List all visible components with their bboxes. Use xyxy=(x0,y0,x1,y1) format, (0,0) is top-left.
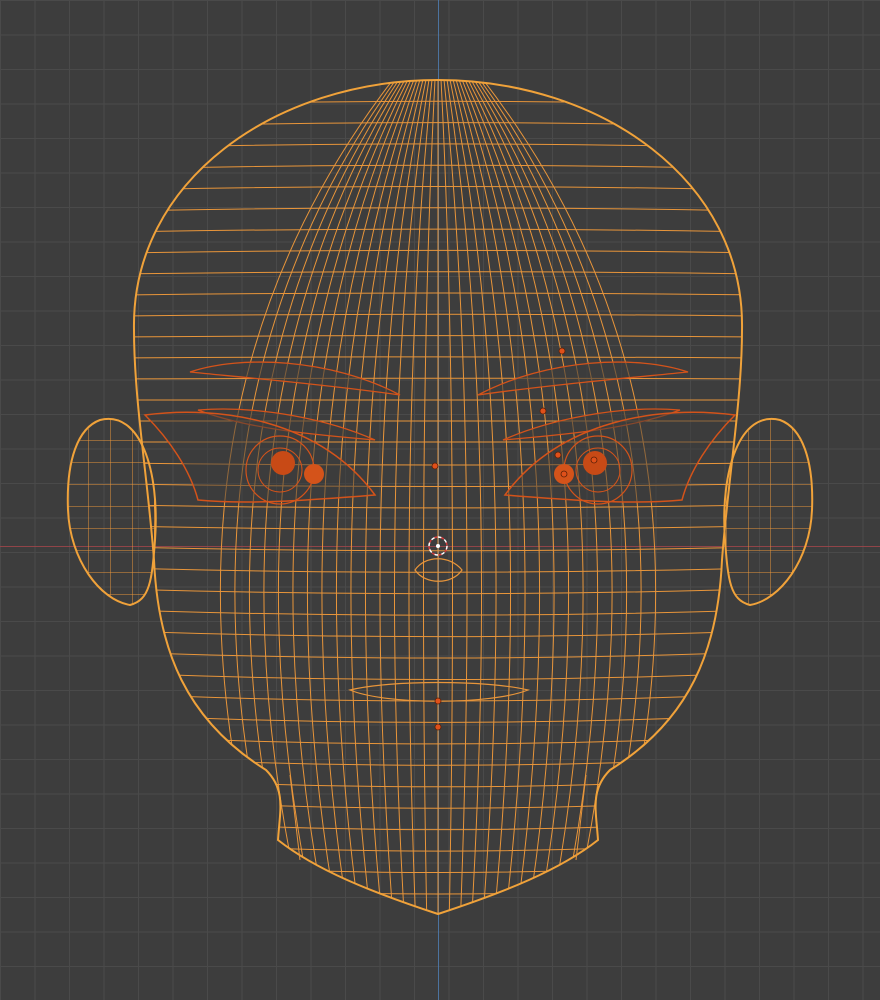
mesh-parallel xyxy=(133,164,743,170)
mesh-parallel xyxy=(133,356,743,359)
mesh-meridian xyxy=(440,80,454,914)
mesh-parallel xyxy=(133,798,743,809)
mesh-parallel xyxy=(133,567,743,573)
mesh-parallel xyxy=(133,819,743,831)
mesh-meridian xyxy=(447,80,497,914)
mesh-parallel xyxy=(133,840,743,852)
mesh-parallel xyxy=(133,756,743,766)
left-eye-mesh xyxy=(143,411,377,505)
mesh-meridian xyxy=(457,80,555,914)
right-ear-mesh xyxy=(724,418,813,605)
mesh-meridian xyxy=(321,80,419,914)
mesh-parallel xyxy=(133,672,743,680)
mesh-parallel xyxy=(133,377,743,380)
mesh-parallel xyxy=(133,399,743,401)
mesh-parallel xyxy=(133,143,743,149)
mesh-meridian xyxy=(335,80,421,914)
mesh-parallel xyxy=(133,630,743,638)
mesh-parallel xyxy=(133,249,743,254)
left-ear-mesh xyxy=(67,418,156,605)
selected-vertices[interactable] xyxy=(431,347,598,731)
mesh-parallel xyxy=(133,651,743,659)
head-mesh-wireframe[interactable] xyxy=(0,0,880,1000)
3d-viewport[interactable] xyxy=(0,0,880,1000)
mesh-meridian xyxy=(379,80,429,914)
mesh-parallel xyxy=(133,292,743,296)
mesh-parallel xyxy=(133,777,743,788)
mesh-parallel xyxy=(133,609,743,616)
mesh-parallel xyxy=(133,313,743,317)
mesh-parallel xyxy=(133,186,743,191)
mesh-parallel xyxy=(133,122,743,128)
mesh-parallel xyxy=(133,504,743,509)
mesh-parallel xyxy=(133,100,743,107)
mesh-parallel xyxy=(133,861,743,874)
mesh-parallel xyxy=(133,546,743,552)
mesh-parallel xyxy=(133,271,743,275)
mesh-parallel xyxy=(133,335,743,338)
mesh-meridian xyxy=(422,80,436,914)
mesh-parallel xyxy=(133,714,743,723)
mesh-parallel xyxy=(133,207,743,212)
mesh-meridian xyxy=(455,80,541,914)
mesh-parallel xyxy=(133,735,743,745)
mesh-parallel xyxy=(133,525,743,530)
mesh-parallel xyxy=(133,588,743,595)
mesh-parallel xyxy=(133,228,743,233)
mesh-parallel xyxy=(133,882,743,895)
